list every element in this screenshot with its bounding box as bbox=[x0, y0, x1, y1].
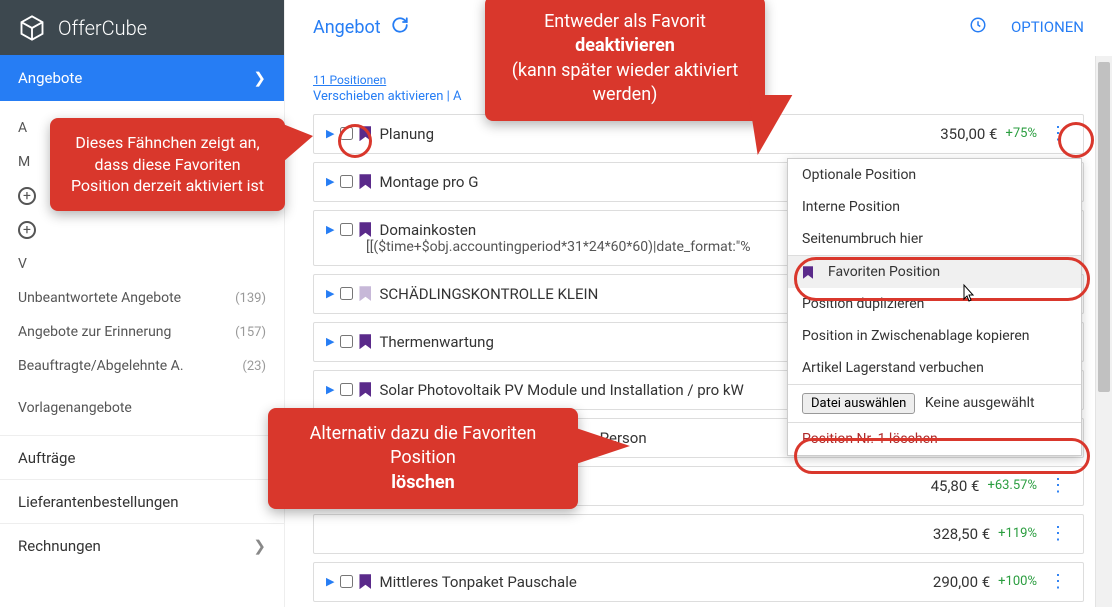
cm-copy-clipboard[interactable]: Position in Zwischenablage kopieren bbox=[788, 320, 1081, 352]
kebab-icon[interactable]: ⋮ bbox=[1045, 525, 1071, 543]
page-title: Angebot bbox=[313, 17, 381, 38]
cm-file-row: Datei auswählen Keine ausgewählt bbox=[788, 384, 1081, 422]
favorite-flag-icon bbox=[359, 382, 371, 397]
callout-flag-active: Dieses Fähnchen zeigt an, dass diese Fav… bbox=[50, 118, 285, 211]
expand-icon[interactable]: ▶ bbox=[326, 383, 334, 396]
position-title: Montage pro G bbox=[379, 173, 478, 191]
sidebar-sub-item[interactable]: + bbox=[0, 213, 284, 247]
position-price: 290,00 € bbox=[933, 573, 990, 591]
favorite-flag-icon bbox=[359, 574, 371, 589]
scrollbar-thumb[interactable] bbox=[1098, 62, 1110, 392]
expand-icon[interactable]: ▶ bbox=[326, 287, 334, 300]
cm-stock[interactable]: Artikel Lagerstand verbuchen bbox=[788, 352, 1081, 384]
options-button[interactable]: OPTIONEN bbox=[1011, 18, 1084, 36]
app-name: OfferCube bbox=[58, 16, 147, 40]
sidebar-item-auftraege[interactable]: Aufträge bbox=[0, 435, 284, 479]
sidebar-sub-item[interactable]: Angebote zur Erinnerung(157) bbox=[0, 315, 284, 349]
cm-optional[interactable]: Optionale Position bbox=[788, 159, 1081, 191]
position-checkbox[interactable] bbox=[340, 575, 353, 588]
position-title: Thermenwartung bbox=[379, 333, 493, 351]
favorite-flag-icon bbox=[359, 334, 371, 349]
sidebar-sub-item[interactable]: Vorlagenangebote bbox=[0, 391, 284, 425]
position-row[interactable]: ▶ Mittleres Tonpaket Pauschale 290,00 € +… bbox=[313, 562, 1084, 602]
kebab-icon[interactable]: ⋮ bbox=[1045, 125, 1071, 143]
position-title: Planung bbox=[379, 125, 434, 143]
cm-delete[interactable]: Position Nr. 1 löschen bbox=[788, 422, 1081, 455]
expand-icon[interactable]: ▶ bbox=[326, 175, 334, 188]
position-pct: +63.57% bbox=[987, 478, 1037, 493]
position-title: Domainkosten bbox=[379, 221, 476, 239]
position-pct: +119% bbox=[998, 526, 1037, 541]
position-row[interactable]: 328,50 € +119% ⋮ bbox=[313, 514, 1084, 554]
sidebar-sub-item[interactable]: Beauftragte/Abgelehnte A.(23) bbox=[0, 349, 284, 383]
callout-delete: Alternativ dazu die Favoriten Position l… bbox=[268, 408, 578, 509]
sidebar-item-rechnungen[interactable]: Rechnungen❯ bbox=[0, 523, 284, 567]
clock-icon[interactable] bbox=[969, 16, 987, 38]
sidebar-item-angebote[interactable]: Angebote ❯ bbox=[0, 55, 284, 101]
chevron-right-icon: ❯ bbox=[253, 69, 266, 87]
favorite-flag-icon bbox=[359, 174, 371, 189]
file-choose-button[interactable]: Datei auswählen bbox=[802, 393, 915, 414]
position-checkbox[interactable] bbox=[340, 383, 353, 396]
position-title: Mittleres Tonpaket Pauschale bbox=[379, 573, 576, 591]
position-checkbox[interactable] bbox=[340, 335, 353, 348]
file-none-label: Keine ausgewählt bbox=[925, 395, 1035, 411]
expand-icon[interactable]: ▶ bbox=[326, 223, 334, 236]
position-checkbox[interactable] bbox=[340, 223, 353, 236]
position-checkbox[interactable] bbox=[340, 127, 353, 140]
position-price: 45,80 € bbox=[931, 477, 980, 495]
position-title: Solar Photovoltaik PV Module und Install… bbox=[379, 381, 743, 399]
cm-internal[interactable]: Interne Position bbox=[788, 191, 1081, 223]
position-pct: +75% bbox=[1005, 126, 1037, 141]
cm-duplicate[interactable]: Position duplizieren bbox=[788, 288, 1081, 320]
sidebar-sub-item[interactable]: Unbeantwortete Angebote(139) bbox=[0, 281, 284, 315]
callout-deactivate: Entweder als Favorit deaktivieren (kann … bbox=[485, 0, 765, 121]
position-checkbox[interactable] bbox=[340, 175, 353, 188]
position-checkbox[interactable] bbox=[340, 287, 353, 300]
kebab-icon[interactable]: ⋮ bbox=[1045, 477, 1071, 495]
expand-icon[interactable]: ▶ bbox=[326, 335, 334, 348]
sidebar: OfferCube Angebote ❯ A M + + V Unbeantwo… bbox=[0, 0, 285, 607]
sidebar-item-lieferanten[interactable]: Lieferantenbestellungen bbox=[0, 479, 284, 523]
refresh-icon[interactable] bbox=[391, 16, 409, 39]
cube-icon bbox=[18, 14, 46, 42]
position-price: 350,00 € bbox=[940, 125, 997, 143]
favorite-flag-icon bbox=[359, 126, 371, 141]
position-pct: +100% bbox=[998, 574, 1037, 589]
plus-icon: + bbox=[18, 221, 36, 239]
app-logo-bar: OfferCube bbox=[0, 0, 284, 55]
scrollbar[interactable] bbox=[1095, 56, 1112, 607]
kebab-icon[interactable]: ⋮ bbox=[1045, 573, 1071, 591]
favorite-flag-icon bbox=[359, 286, 371, 301]
expand-icon[interactable]: ▶ bbox=[326, 575, 334, 588]
sidebar-sub-item[interactable]: V bbox=[0, 247, 284, 281]
position-price: 328,50 € bbox=[933, 525, 990, 543]
cm-favorite[interactable]: Favoriten Position bbox=[788, 255, 1081, 288]
context-menu: Optionale Position Interne Position Seit… bbox=[787, 158, 1082, 456]
plus-icon: + bbox=[18, 187, 36, 205]
position-title: SCHÄDLINGSKONTROLLE KLEIN bbox=[379, 285, 598, 303]
cursor-icon bbox=[958, 283, 978, 312]
expand-icon[interactable]: ▶ bbox=[326, 127, 334, 140]
favorite-flag-icon bbox=[359, 222, 371, 237]
cm-pagebreak[interactable]: Seitenumbruch hier bbox=[788, 223, 1081, 255]
chevron-right-icon: ❯ bbox=[253, 537, 266, 555]
favorite-flag-icon bbox=[803, 266, 813, 279]
